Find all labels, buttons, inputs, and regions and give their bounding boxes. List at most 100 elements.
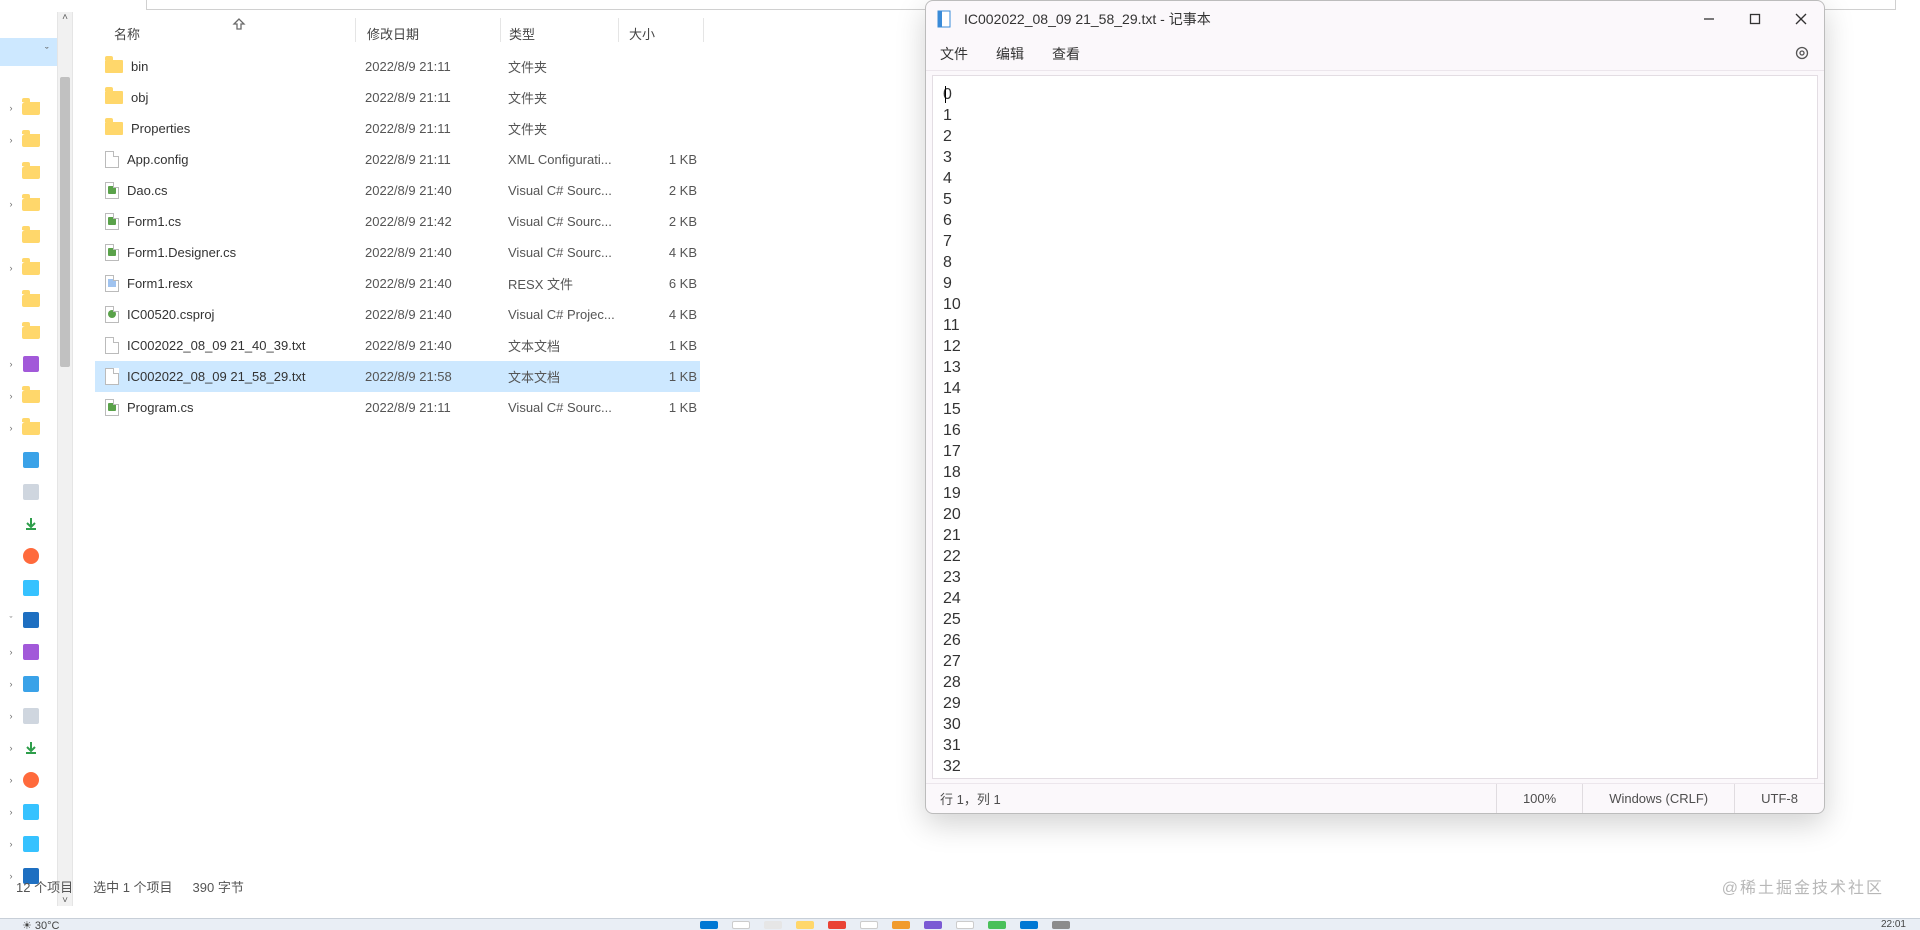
file-row[interactable]: Properties2022/8/9 21:11文件夹 xyxy=(95,113,700,144)
expand-icon[interactable]: ˇ xyxy=(0,615,22,625)
folder-icon xyxy=(105,91,123,104)
minimize-button[interactable] xyxy=(1686,1,1732,37)
tree-scrollbar[interactable]: ˄ ˅ xyxy=(57,12,72,906)
file-size: 4 KB xyxy=(622,245,697,260)
text-line: 5 xyxy=(943,189,1807,210)
expand-icon[interactable]: › xyxy=(0,647,22,657)
expand-icon[interactable]: › xyxy=(0,743,22,753)
taskview-icon[interactable] xyxy=(764,921,782,929)
file-row[interactable]: obj2022/8/9 21:11文件夹 xyxy=(95,82,700,113)
file-name: IC00520.csproj xyxy=(127,307,214,322)
text-line: 22 xyxy=(943,546,1807,567)
file-row[interactable]: IC00520.csproj2022/8/9 21:40Visual C# Pr… xyxy=(95,299,700,330)
notepad-app-icon xyxy=(926,10,964,28)
explorer-icon[interactable] xyxy=(796,921,814,929)
csharp-file-icon xyxy=(105,399,119,416)
chevron-down-icon[interactable]: ˇ xyxy=(0,46,49,58)
file-row[interactable]: Dao.cs2022/8/9 21:40Visual C# Sourc...2 … xyxy=(95,175,700,206)
file-row[interactable]: IC002022_08_09 21_58_29.txt2022/8/9 21:5… xyxy=(95,361,700,392)
text-line: 28 xyxy=(943,672,1807,693)
scroll-thumb[interactable] xyxy=(60,77,70,367)
app-icon[interactable] xyxy=(988,921,1006,929)
expand-icon[interactable]: › xyxy=(0,199,22,209)
file-row[interactable]: Form1.cs2022/8/9 21:42Visual C# Sourc...… xyxy=(95,206,700,237)
notepad-text-area[interactable]: 0123456789101112131415161718192021222324… xyxy=(932,75,1818,779)
notepad-titlebar[interactable]: IC002022_08_09 21_58_29.txt - 记事本 xyxy=(926,1,1824,37)
gear-icon[interactable] xyxy=(1794,45,1810,64)
expand-icon[interactable]: › xyxy=(0,807,22,817)
col-sep xyxy=(703,18,704,42)
text-line: 19 xyxy=(943,483,1807,504)
close-button[interactable] xyxy=(1778,1,1824,37)
app-icon[interactable] xyxy=(1020,921,1038,929)
expand-icon[interactable]: › xyxy=(0,263,22,273)
file-type: Visual C# Sourc... xyxy=(508,245,623,260)
app-icon[interactable] xyxy=(860,921,878,929)
col-header-size[interactable]: 大小 xyxy=(629,20,699,50)
text-line: 24 xyxy=(943,588,1807,609)
text-line: 27 xyxy=(943,651,1807,672)
expand-icon[interactable]: › xyxy=(0,711,22,721)
file-row[interactable]: Program.cs2022/8/9 21:11Visual C# Sourc.… xyxy=(95,392,700,423)
col-header-type[interactable]: 类型 xyxy=(509,20,609,50)
expand-icon[interactable]: › xyxy=(0,359,22,369)
file-name: Form1.Designer.cs xyxy=(127,245,236,260)
app-icon[interactable] xyxy=(1052,921,1070,929)
weather-widget[interactable]: ☀ 30°C xyxy=(22,919,60,930)
chrome-icon[interactable] xyxy=(828,921,846,929)
col-sep xyxy=(355,18,356,42)
dl-icon xyxy=(22,739,40,757)
doc-icon xyxy=(22,707,40,725)
file-name: IC002022_08_09 21_40_39.txt xyxy=(127,338,306,353)
app-icon[interactable] xyxy=(892,921,910,929)
file-row[interactable]: Form1.Designer.cs2022/8/9 21:40Visual C#… xyxy=(95,237,700,268)
file-type: RESX 文件 xyxy=(508,274,623,293)
text-line: 1 xyxy=(943,105,1807,126)
col-header-modified[interactable]: 修改日期 xyxy=(367,20,497,50)
expand-icon[interactable]: › xyxy=(0,135,22,145)
text-line: 23 xyxy=(943,567,1807,588)
file-type: 文件夹 xyxy=(508,119,623,138)
file-row[interactable]: Form1.resx2022/8/9 21:40RESX 文件6 KB xyxy=(95,268,700,299)
file-modified: 2022/8/9 21:11 xyxy=(365,90,485,105)
taskbar-center xyxy=(700,919,1084,929)
file-size: 6 KB xyxy=(622,276,697,291)
csharp-file-icon xyxy=(105,182,119,199)
menu-edit[interactable]: 编辑 xyxy=(996,44,1024,64)
scroll-up-arrow-icon[interactable]: ˄ xyxy=(58,12,72,23)
text-line: 11 xyxy=(943,315,1807,336)
file-row[interactable]: bin2022/8/9 21:11文件夹 xyxy=(95,51,700,82)
file-row[interactable]: IC002022_08_09 21_40_39.txt2022/8/9 21:4… xyxy=(95,330,700,361)
taskbar-clock[interactable]: 22:01 xyxy=(1881,919,1906,930)
text-line: 10 xyxy=(943,294,1807,315)
expand-icon[interactable]: › xyxy=(0,775,22,785)
file-row[interactable]: App.config2022/8/9 21:11XML Configurati.… xyxy=(95,144,700,175)
col-header-name[interactable]: 名称 xyxy=(114,20,354,50)
pic-icon xyxy=(22,675,40,693)
folder-icon xyxy=(105,60,123,73)
scroll-down-arrow-icon[interactable]: ˅ xyxy=(58,895,72,906)
notepad-statusbar: 行 1，列 1 100% Windows (CRLF) UTF-8 xyxy=(926,783,1824,813)
expand-icon[interactable]: › xyxy=(0,423,22,433)
text-line: 9 xyxy=(943,273,1807,294)
expand-icon[interactable]: › xyxy=(0,391,22,401)
text-line: 12 xyxy=(943,336,1807,357)
expand-icon[interactable]: › xyxy=(0,679,22,689)
text-line: 20 xyxy=(943,504,1807,525)
maximize-button[interactable] xyxy=(1732,1,1778,37)
csharp-file-icon xyxy=(105,244,119,261)
taskbar[interactable]: ☀ 30°C 22:01 xyxy=(0,918,1920,930)
search-icon[interactable] xyxy=(732,921,750,929)
col-sep xyxy=(618,18,619,42)
menu-view[interactable]: 查看 xyxy=(1052,44,1080,64)
menu-file[interactable]: 文件 xyxy=(940,44,968,64)
expand-icon[interactable]: › xyxy=(0,839,22,849)
expand-icon[interactable]: › xyxy=(0,103,22,113)
status-item-count: 12 个项目 xyxy=(16,877,73,896)
text-line: 6 xyxy=(943,210,1807,231)
app-icon[interactable] xyxy=(924,921,942,929)
text-line: 29 xyxy=(943,693,1807,714)
start-icon[interactable] xyxy=(700,921,718,929)
app-icon[interactable] xyxy=(956,921,974,929)
file-type: Visual C# Sourc... xyxy=(508,214,623,229)
